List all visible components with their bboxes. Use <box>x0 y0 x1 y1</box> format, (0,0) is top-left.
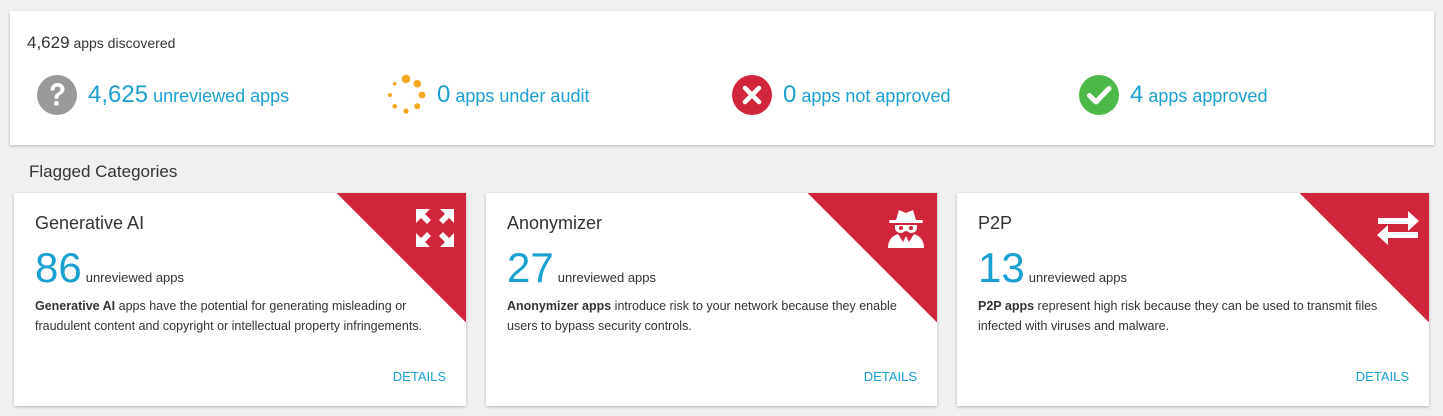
stat-not-approved[interactable]: 0 apps not approved <box>731 74 950 116</box>
card-description: Generative AI apps have the potential fo… <box>35 296 430 336</box>
exchange-arrows-icon <box>1377 211 1419 245</box>
card-unit: unreviewed apps <box>1028 270 1128 285</box>
stat-unreviewed-count: 4,625 <box>88 81 149 108</box>
check-circle-icon <box>1079 75 1119 115</box>
card-count: 27 <box>507 244 554 291</box>
details-link[interactable]: DETAILS <box>393 369 446 384</box>
card-name: Anonymizer <box>507 213 603 233</box>
x-circle-icon <box>732 75 772 115</box>
expand-arrows-icon <box>416 209 454 247</box>
flagged-card-p2p: P2P 13 unreviewed apps P2P apps represen… <box>957 193 1429 406</box>
stat-approved-text: apps approved <box>1148 86 1268 106</box>
card-unit: unreviewed apps <box>557 270 657 285</box>
card-name: Generative AI <box>35 213 145 233</box>
card-count: 86 <box>35 244 82 291</box>
card-description: Anonymizer apps introduce risk to your n… <box>507 296 902 336</box>
audit-spinner-icon <box>388 74 426 114</box>
stat-approved-count: 4 <box>1130 81 1144 108</box>
card-unit: unreviewed apps <box>85 270 185 285</box>
flagged-categories-title: Flagged Categories <box>29 162 178 181</box>
card-name: P2P <box>978 213 1013 233</box>
stat-under-audit[interactable]: 0 apps under audit <box>385 74 589 116</box>
card-description-bold: Generative AI <box>35 299 116 313</box>
stat-not-approved-count: 0 <box>783 81 797 108</box>
card-metric: 13 unreviewed apps <box>978 245 1127 291</box>
stat-not-approved-label[interactable]: 0 apps not approved <box>783 81 950 109</box>
card-metric: 86 unreviewed apps <box>35 245 184 291</box>
apps-discovered-count: 4,629 <box>27 33 70 52</box>
details-link[interactable]: DETAILS <box>864 369 917 384</box>
stat-under-audit-count: 0 <box>437 81 451 108</box>
flagged-card-anonymizer: Anonymizer 27 unreviewed apps Anonymizer… <box>486 193 937 406</box>
stat-not-approved-text: apps not approved <box>801 86 951 106</box>
card-count: 13 <box>978 244 1025 291</box>
flagged-card-generative-ai: Generative AI 86 unreviewed apps Generat… <box>14 193 466 406</box>
question-icon <box>37 75 77 115</box>
card-metric: 27 unreviewed apps <box>507 245 656 291</box>
card-description-text: represent high risk because they can be … <box>978 299 1378 333</box>
stat-approved-label[interactable]: 4 apps approved <box>1130 81 1267 109</box>
apps-discovered-title: 4,629 apps discovered <box>27 33 175 53</box>
card-description-bold: Anonymizer apps <box>507 299 612 313</box>
stat-under-audit-label[interactable]: 0 apps under audit <box>437 81 589 109</box>
card-description: P2P apps represent high risk because the… <box>978 296 1398 336</box>
apps-summary-panel: 4,629 apps discovered 4,625 unreviewed ap… <box>10 11 1434 145</box>
card-description-bold: P2P apps <box>978 299 1035 313</box>
stat-unreviewed-text: unreviewed apps <box>153 86 290 106</box>
stat-unreviewed[interactable]: 4,625 unreviewed apps <box>36 74 289 116</box>
stat-under-audit-text: apps under audit <box>455 86 590 106</box>
stat-approved[interactable]: 4 apps approved <box>1078 74 1267 116</box>
apps-discovered-label: apps discovered <box>73 35 176 51</box>
details-link[interactable]: DETAILS <box>1356 369 1409 384</box>
stat-unreviewed-label[interactable]: 4,625 unreviewed apps <box>88 81 289 109</box>
spy-icon <box>888 210 924 248</box>
